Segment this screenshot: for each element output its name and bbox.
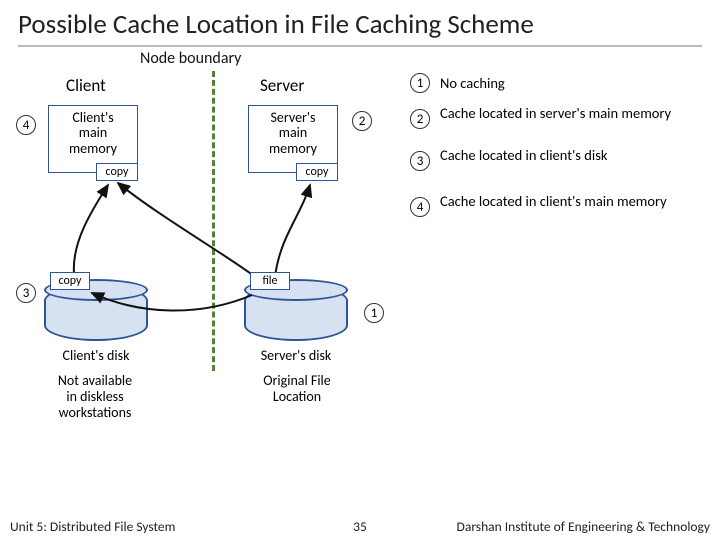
diagram-marker-2: 2 (352, 111, 372, 131)
diagram-marker-1: 1 (364, 303, 384, 323)
diskless-note: Not available in diskless workstations (40, 373, 150, 421)
node-boundary-line (212, 71, 215, 371)
server-disk-file-tag: file (250, 272, 290, 290)
node-boundary-label: Node boundary (140, 49, 241, 68)
server-disk (244, 285, 348, 341)
footer-page-number: 35 (353, 518, 367, 535)
server-heading: Server (260, 75, 304, 96)
legend-marker-3: 3 (410, 151, 430, 171)
legend-text-2: Cache located in server's main memory (440, 105, 700, 122)
original-file-note: Original File Location (242, 373, 352, 405)
legend-text-3: Cache located in client's disk (440, 147, 700, 164)
server-disk-label: Server's disk (244, 347, 348, 364)
footer-left: Unit 5: Distributed File System (10, 518, 175, 535)
diagram-marker-4: 4 (16, 115, 36, 135)
client-disk-copy-tag: copy (50, 272, 90, 290)
legend-marker-4: 4 (410, 197, 430, 217)
footer-right: Darshan Institute of Engineering & Techn… (457, 518, 710, 535)
client-mem-copy-tag: copy (96, 163, 138, 181)
diagram-marker-3: 3 (16, 283, 36, 303)
slide-title: Possible Cache Location in File Caching … (0, 0, 720, 45)
server-mem-copy-tag: copy (296, 163, 338, 181)
client-disk-label: Client's disk (44, 347, 148, 364)
legend-text-1: No caching (440, 75, 700, 92)
legend-marker-1: 1 (410, 73, 430, 93)
legend-text-4: Cache located in client's main memory (440, 193, 700, 210)
client-disk (44, 285, 148, 341)
slide-footer: Unit 5: Distributed File System 35 Darsh… (0, 512, 720, 540)
legend-marker-2: 2 (410, 109, 430, 129)
diagram-stage: Node boundary Client Server 4 2 3 1 Clie… (0, 47, 720, 477)
client-heading: Client (66, 75, 106, 96)
